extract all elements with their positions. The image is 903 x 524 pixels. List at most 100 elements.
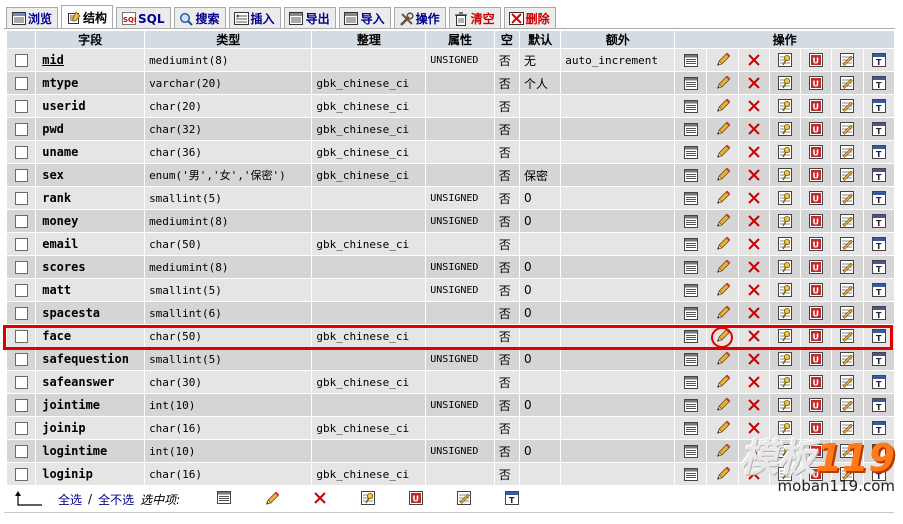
row-checkbox[interactable] [14,122,28,136]
action-unique-button[interactable]: U [801,417,832,439]
action-fulltext-button[interactable]: T [863,440,894,462]
row-checkbox[interactable] [14,467,28,481]
header-field[interactable]: 字段 [36,31,145,48]
action-primary-key-button[interactable] [769,72,801,94]
tab-drop[interactable]: 删除 [503,7,556,29]
action-unique-button[interactable]: U [801,210,832,232]
action-edit-button[interactable] [707,233,738,255]
tab-insert[interactable]: 插入 [228,7,281,29]
action-index-button[interactable] [832,256,863,278]
action-unique-button[interactable]: U [801,394,832,416]
action-index-button[interactable] [832,348,863,370]
action-primary-key-button[interactable] [769,95,801,117]
action-unique-button[interactable]: U [801,187,832,209]
row-checkbox[interactable] [14,283,28,297]
action-browse-distinct-button[interactable] [675,49,707,71]
action-unique-button[interactable]: U [801,118,832,140]
action-primary-key-button[interactable] [769,49,801,71]
action-unique-button[interactable]: U [801,325,832,347]
action-index-button[interactable] [832,210,863,232]
action-drop-button[interactable] [738,394,769,416]
action-index-button[interactable] [832,394,863,416]
action-index-button[interactable] [832,49,863,71]
action-drop-button[interactable] [738,72,769,94]
action-primary-key-button[interactable] [769,348,801,370]
action-primary-key-button[interactable] [769,371,801,393]
action-drop-button[interactable] [738,164,769,186]
action-fulltext-button[interactable]: T [863,49,894,71]
action-drop-button[interactable] [738,371,769,393]
row-checkbox[interactable] [14,99,28,113]
selected-primary-key-button[interactable] [344,491,392,507]
action-primary-key-button[interactable] [769,325,801,347]
tab-operations[interactable]: 操作 [393,7,446,29]
action-browse-distinct-button[interactable] [675,95,707,117]
header-extra[interactable]: 额外 [561,31,675,48]
row-checkbox[interactable] [14,168,28,182]
action-drop-button[interactable] [738,463,769,485]
action-edit-button[interactable] [707,49,738,71]
action-unique-button[interactable]: U [801,256,832,278]
action-primary-key-button[interactable] [769,256,801,278]
action-edit-button[interactable] [707,302,738,324]
action-index-button[interactable] [832,371,863,393]
action-unique-button[interactable]: U [801,49,832,71]
action-index-button[interactable] [832,72,863,94]
action-edit-button[interactable] [707,164,738,186]
action-fulltext-button[interactable]: T [863,187,894,209]
row-checkbox[interactable] [14,145,28,159]
row-checkbox[interactable] [14,53,28,67]
action-browse-distinct-button[interactable] [675,141,707,163]
action-unique-button[interactable]: U [801,463,832,485]
tab-empty[interactable]: 清空 [448,7,501,29]
tab-browse[interactable]: 浏览 [6,7,59,29]
action-browse-distinct-button[interactable] [675,256,707,278]
action-fulltext-button[interactable]: T [863,394,894,416]
action-fulltext-button[interactable]: T [863,371,894,393]
action-unique-button[interactable]: U [801,348,832,370]
selected-unique-button[interactable]: U [392,491,440,507]
action-fulltext-button[interactable]: T [863,279,894,301]
action-unique-button[interactable]: U [801,279,832,301]
action-drop-button[interactable] [738,49,769,71]
row-checkbox[interactable] [14,260,28,274]
selected-browse-distinct-button[interactable] [200,491,248,507]
action-index-button[interactable] [832,417,863,439]
action-edit-button[interactable] [707,440,738,462]
action-unique-button[interactable]: U [801,141,832,163]
row-checkbox[interactable] [14,214,28,228]
action-edit-button[interactable] [707,141,738,163]
action-unique-button[interactable]: U [801,95,832,117]
action-edit-button[interactable] [707,463,738,485]
check-all-link[interactable]: 全选 [58,491,82,508]
header-collation[interactable]: 整理 [312,31,426,48]
action-edit-button[interactable] [707,348,738,370]
action-edit-button[interactable] [707,72,738,94]
tab-search[interactable]: 搜索 [173,7,226,29]
action-unique-button[interactable]: U [801,440,832,462]
action-browse-distinct-button[interactable] [675,164,707,186]
tab-import[interactable]: 导入 [338,7,391,29]
row-checkbox[interactable] [14,421,28,435]
selected-edit-button[interactable] [248,491,296,507]
action-drop-button[interactable] [738,279,769,301]
action-drop-button[interactable] [738,256,769,278]
action-browse-distinct-button[interactable] [675,118,707,140]
action-primary-key-button[interactable] [769,279,801,301]
action-index-button[interactable] [832,95,863,117]
header-type[interactable]: 类型 [145,31,312,48]
row-checkbox[interactable] [14,237,28,251]
row-checkbox[interactable] [14,398,28,412]
row-checkbox[interactable] [14,76,28,90]
action-fulltext-button[interactable]: T [863,118,894,140]
action-primary-key-button[interactable] [769,210,801,232]
selected-index-button[interactable] [440,491,488,507]
action-fulltext-button[interactable]: T [863,210,894,232]
action-unique-button[interactable]: U [801,302,832,324]
row-checkbox[interactable] [14,191,28,205]
action-browse-distinct-button[interactable] [675,325,707,347]
selected-fulltext-button[interactable]: T [488,491,536,507]
action-fulltext-button[interactable]: T [863,164,894,186]
action-fulltext-button[interactable]: T [863,233,894,255]
header-attributes[interactable]: 属性 [426,31,494,48]
